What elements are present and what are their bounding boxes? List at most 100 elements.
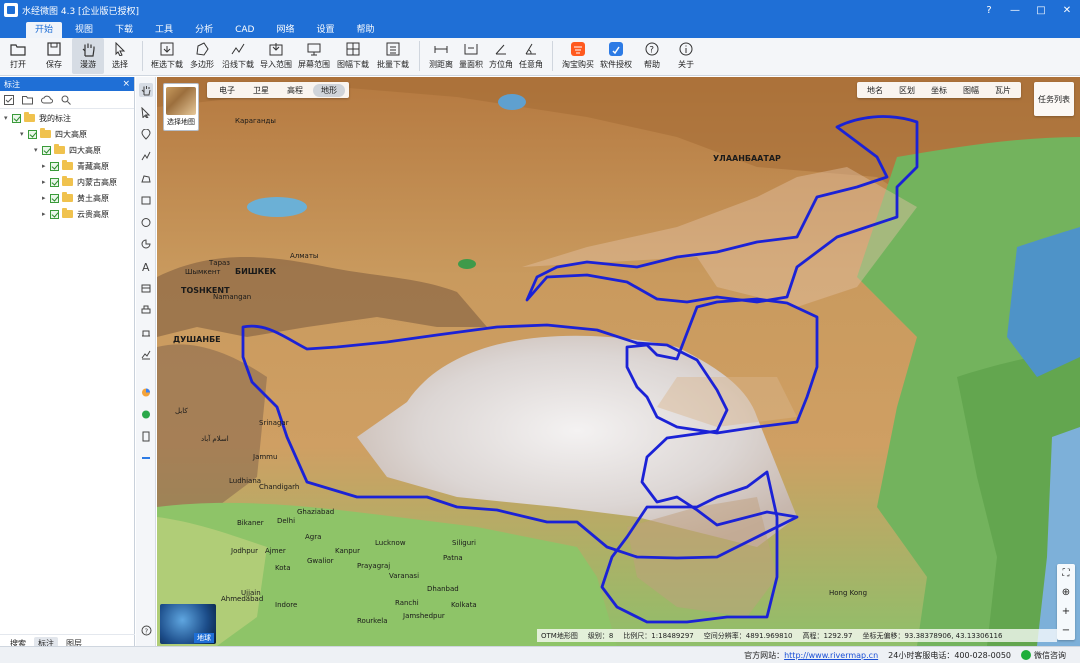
collapse-arrow-icon[interactable]: ▾ [4,114,12,122]
pointer-tool-icon[interactable] [139,105,153,119]
open-button[interactable]: 打开 [0,38,36,74]
azimuth-button[interactable]: 方位角 [486,38,516,74]
zoom-in-button[interactable]: + [1062,606,1070,617]
wechat-button[interactable]: 微信咨询 [1021,650,1066,661]
select-button[interactable]: 选择 [104,38,136,74]
checkbox[interactable] [12,113,21,123]
tree-item-inner-mongolia[interactable]: ▸ 内蒙古高原 [42,175,117,189]
minimize-button[interactable]: — [1002,0,1028,20]
rectangle-tool-icon[interactable] [139,193,153,207]
text-tool-icon[interactable]: A [139,259,153,273]
toggle-divisions[interactable]: 区划 [891,84,923,97]
link-icon[interactable] [139,451,153,465]
menu-tools[interactable]: 工具 [146,22,182,38]
ellipse-tool-icon[interactable] [139,237,153,251]
menu-analysis[interactable]: 分析 [186,22,222,38]
toggle-place-names[interactable]: 地名 [859,84,891,97]
print-tool-icon[interactable] [139,303,153,317]
expand-arrow-icon[interactable]: ▸ [42,194,50,202]
folder-tool-icon[interactable] [22,95,33,105]
map-type-terrain[interactable]: 地形 [313,83,345,97]
search-icon[interactable] [61,95,71,105]
collapse-arrow-icon[interactable]: ▾ [20,130,28,138]
save-button[interactable]: 保存 [36,38,72,74]
map-view[interactable]: УЛААНБААТАР БИШКЕК Алматы TOSHKENT ДУШАН… [157,77,1080,646]
table-tool-icon[interactable] [139,281,153,295]
menu-cad[interactable]: CAD [226,22,263,38]
toggle-coordinates[interactable]: 坐标 [923,84,955,97]
select-map-button[interactable]: 选择地图 [163,83,199,131]
map-type-elevation[interactable]: 高程 [279,84,311,97]
hand-tool-icon[interactable] [139,83,153,97]
expand-arrow-icon[interactable]: ▸ [42,210,50,218]
box-download-button[interactable]: 框选下载 [149,38,185,74]
toggle-sheets[interactable]: 图幅 [955,84,987,97]
tree-item-yungui[interactable]: ▸ 云贵高原 [42,207,109,221]
website-link[interactable]: http://www.rivermap.cn [784,651,878,660]
measure-tool-icon[interactable] [139,325,153,339]
help-button[interactable]: ? 帮助 [635,38,669,74]
marker-tool-icon[interactable] [139,127,153,141]
close-button[interactable]: ✕ [1054,0,1080,20]
checkbox[interactable] [50,193,59,203]
cloud-icon[interactable] [41,95,53,105]
help-circle-icon[interactable]: ? [139,623,153,637]
tree-label: 内蒙古高原 [77,177,117,187]
measure-distance-button[interactable]: 测距离 [426,38,456,74]
line-download-button[interactable]: 沿线下载 [219,38,257,74]
polygon-button[interactable]: 多边形 [185,38,219,74]
checkbox-tool-icon[interactable] [4,94,14,105]
checkbox[interactable] [42,145,51,155]
task-list-button[interactable]: 任务列表 [1034,82,1074,116]
any-angle-button[interactable]: 任意角 [516,38,546,74]
batch-download-label: 批量下载 [377,60,409,69]
tree-item-qinghai-tibet[interactable]: ▸ 青藏高原 [42,159,109,173]
measure-area-button[interactable]: 量面积 [456,38,486,74]
menu-view[interactable]: 视图 [66,22,102,38]
area-tool-icon[interactable] [139,171,153,185]
profile-tool-icon[interactable] [139,347,153,361]
checkbox[interactable] [28,129,37,139]
menu-settings[interactable]: 设置 [307,22,343,38]
roam-button[interactable]: 漫游 [72,38,104,74]
panel-close-button[interactable]: × [122,79,130,89]
terrain-map [157,77,1080,646]
expand-arrow-icon[interactable]: ▸ [42,162,50,170]
map-type-electronic[interactable]: 电子 [211,84,243,97]
import-range-button[interactable]: 导入范围 [257,38,295,74]
locate-icon[interactable]: ⊕ [1062,587,1070,598]
tree-node-root[interactable]: ▾ 我的标注 [4,111,71,125]
globe-button[interactable]: 地球 [160,604,216,644]
circle-tool-icon[interactable] [139,215,153,229]
menu-home[interactable]: 开始 [26,22,63,38]
map-type-satellite[interactable]: 卫星 [245,84,277,97]
tree-label: 黄土高原 [77,193,109,203]
tree-item-loess[interactable]: ▸ 黄土高原 [42,191,109,205]
line-tool-icon[interactable] [139,149,153,163]
about-button[interactable]: 关于 [669,38,703,74]
checkbox[interactable] [50,161,59,171]
menu-download[interactable]: 下载 [106,22,142,38]
menu-help[interactable]: 帮助 [347,22,383,38]
plugin-icon[interactable] [139,407,153,421]
license-button[interactable]: 软件授权 [597,38,635,74]
checkbox[interactable] [50,177,59,187]
resolution-readout: 空间分辨率：4891.969810 [703,631,793,640]
batch-download-button[interactable]: 批量下载 [373,38,413,74]
color-wheel-icon[interactable] [139,385,153,399]
taobao-button[interactable]: 淘宝购买 [559,38,597,74]
document-icon[interactable] [139,429,153,443]
tree-node-group[interactable]: ▾ 四大高原 [20,127,87,141]
sheet-download-button[interactable]: 图幅下载 [333,38,373,74]
fullscreen-icon[interactable]: ⛶ [1063,568,1070,579]
expand-arrow-icon[interactable]: ▸ [42,178,50,186]
screen-range-button[interactable]: 屏幕范围 [295,38,333,74]
collapse-arrow-icon[interactable]: ▾ [34,146,42,154]
menu-network[interactable]: 网络 [267,22,303,38]
checkbox[interactable] [50,209,59,219]
zoom-out-button[interactable]: − [1062,625,1070,636]
help-window-button[interactable]: ? [976,0,1002,20]
tree-node-subgroup[interactable]: ▾ 四大高原 [34,143,101,157]
maximize-button[interactable]: □ [1028,0,1054,20]
toggle-tiles[interactable]: 瓦片 [987,84,1019,97]
